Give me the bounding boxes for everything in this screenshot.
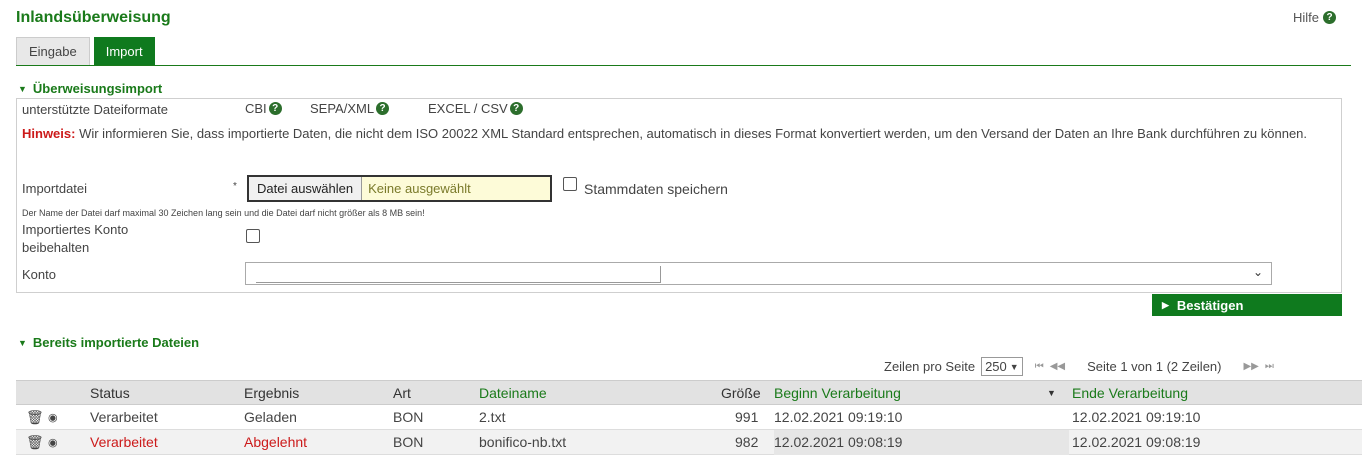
save-master-label: Stammdaten speichern: [584, 181, 728, 197]
first-page-icon[interactable]: ⏮: [1035, 361, 1044, 372]
required-mark: *: [233, 181, 237, 192]
rows-per-page-value: 250: [985, 359, 1007, 374]
hint-body: Wir informieren Sie, dass importierte Da…: [75, 126, 1308, 141]
col-status[interactable]: Status: [90, 385, 130, 401]
importfile-label: Importdatei: [22, 181, 88, 196]
tab-import[interactable]: Import: [93, 37, 155, 65]
section-title-import: Überweisungsimport: [32, 81, 163, 96]
rows-per-page-label: Zeilen pro Seite: [884, 359, 976, 374]
keep-account-checkbox[interactable]: [246, 229, 260, 243]
question-icon: ?: [1323, 11, 1336, 24]
format-excel-label: EXCEL / CSV: [428, 101, 508, 116]
tab-eingabe[interactable]: Eingabe: [16, 37, 90, 65]
pager: Zeilen pro Seite 250 ▼ ⏮ ◀◀ Seite 1 von …: [884, 357, 1274, 376]
keep-account-label-1: Importiertes Konto: [22, 222, 129, 237]
tab-bar: Eingabe Import: [16, 37, 155, 65]
last-page-icon[interactable]: ⏭: [1265, 361, 1274, 372]
sort-desc-icon[interactable]: ▼: [1047, 388, 1056, 398]
row-filename: bonifico-nb.txt: [479, 434, 567, 450]
section-toggle-import[interactable]: ▼ Überweisungsimport: [18, 81, 162, 96]
table-row[interactable]: 🗑 ◉ Verarbeitet Abgelehnt BON bonifico-n…: [16, 430, 1362, 455]
account-select[interactable]: ⌄: [245, 262, 1272, 285]
formats-label: unterstützte Dateiformate: [22, 102, 168, 117]
row-result: Abgelehnt: [244, 434, 308, 450]
col-size[interactable]: Größe: [721, 385, 761, 401]
help-link[interactable]: Hilfe ?: [1293, 10, 1336, 25]
file-status: Keine ausgewählt: [368, 181, 471, 196]
row-status: Verarbeitet: [90, 409, 158, 425]
file-note: Der Name der Datei darf maximal 30 Zeich…: [22, 208, 425, 218]
hint-text: Hinweis: Wir informieren Sie, dass impor…: [22, 125, 1322, 142]
prev-page-icon[interactable]: ◀◀: [1050, 361, 1065, 372]
row-size: 982: [735, 434, 759, 450]
page-title: Inlandsüberweisung: [16, 9, 171, 26]
row-type: BON: [393, 434, 424, 450]
collapse-arrow-icon: ▼: [18, 337, 27, 348]
table-row[interactable]: 🗑 ◉ Verarbeitet Geladen BON 2.txt 991 12…: [16, 405, 1362, 430]
question-icon[interactable]: ?: [509, 102, 523, 115]
row-size: 991: [735, 409, 759, 425]
confirm-button[interactable]: ▶ Bestätigen: [1152, 294, 1342, 316]
trash-icon[interactable]: 🗑: [26, 434, 44, 451]
collapse-arrow-icon: ▼: [18, 83, 27, 94]
col-type[interactable]: Art: [393, 385, 411, 401]
view-icon[interactable]: ◉: [48, 436, 58, 449]
help-label: Hilfe: [1292, 10, 1319, 25]
keep-account-label-2: beibehalten: [22, 240, 90, 255]
file-input[interactable]: Datei auswählen Keine ausgewählt: [247, 175, 552, 202]
col-filename[interactable]: Dateiname: [479, 385, 547, 401]
table-header: Status Ergebnis Art Dateiname Größe Begi…: [16, 380, 1362, 405]
format-sepa[interactable]: SEPA/XML ?: [310, 101, 390, 116]
hint-prefix: Hinweis:: [22, 126, 76, 141]
chevron-down-icon: ⌄: [1252, 265, 1263, 279]
col-start[interactable]: Beginn Verarbeitung: [774, 385, 901, 401]
page-info: Seite 1 von 1 (2 Zeilen): [1087, 359, 1222, 374]
row-type: BON: [393, 409, 424, 425]
col-end[interactable]: Ende Verarbeitung: [1072, 385, 1188, 401]
row-end: 12.02.2021 09:08:19: [1072, 434, 1201, 450]
question-icon[interactable]: ?: [268, 102, 282, 115]
account-label: Konto: [22, 267, 56, 282]
section-title-imported: Bereits importierte Dateien: [32, 335, 200, 350]
rows-per-page-select[interactable]: 250 ▼: [981, 357, 1023, 376]
question-icon[interactable]: ?: [376, 102, 390, 115]
row-start: 12.02.2021 09:19:10: [774, 409, 903, 425]
format-cbi-label: CBI: [245, 101, 267, 116]
col-result[interactable]: Ergebnis: [244, 385, 299, 401]
row-start: 12.02.2021 09:08:19: [774, 434, 903, 450]
chevron-down-icon: ▼: [1009, 361, 1019, 372]
row-result: Geladen: [244, 409, 297, 425]
trash-icon[interactable]: 🗑: [26, 409, 44, 426]
save-master-checkbox[interactable]: [563, 177, 577, 191]
format-sepa-label: SEPA/XML: [310, 101, 375, 116]
confirm-label: Bestätigen: [1176, 297, 1244, 313]
section-toggle-imported[interactable]: ▼ Bereits importierte Dateien: [18, 335, 199, 350]
view-icon[interactable]: ◉: [48, 411, 58, 424]
row-end: 12.02.2021 09:19:10: [1072, 409, 1201, 425]
tab-divider: [16, 65, 1351, 66]
account-value: [256, 266, 661, 283]
next-page-icon[interactable]: ▶▶: [1243, 361, 1258, 372]
choose-file-button[interactable]: Datei auswählen: [249, 177, 363, 200]
row-filename: 2.txt: [479, 409, 506, 425]
row-status: Verarbeitet: [90, 434, 158, 450]
format-cbi[interactable]: CBI ?: [245, 101, 282, 116]
arrow-right-icon: ▶: [1162, 299, 1169, 310]
format-excel[interactable]: EXCEL / CSV ?: [428, 101, 523, 116]
